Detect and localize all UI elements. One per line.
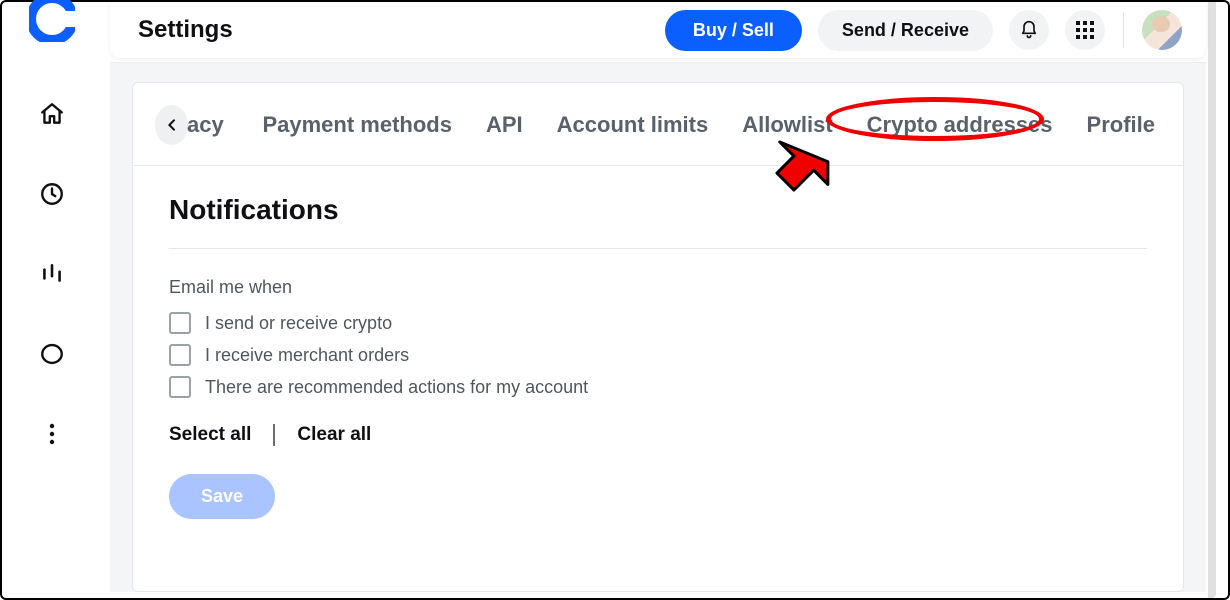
option-label: I receive merchant orders <box>205 345 409 366</box>
clear-all-link[interactable]: Clear all <box>297 424 371 446</box>
checkbox-send-receive-crypto[interactable] <box>169 312 191 334</box>
top-bar: Settings Buy / Sell Send / Receive <box>110 2 1206 58</box>
clock-icon[interactable] <box>36 178 68 210</box>
actions-divider <box>273 424 275 446</box>
tab-profile[interactable]: Profile <box>1087 112 1155 138</box>
avatar[interactable] <box>1142 10 1182 50</box>
tab-payment-methods[interactable]: Payment methods <box>262 112 452 138</box>
save-button[interactable]: Save <box>169 474 275 519</box>
buy-sell-button[interactable]: Buy / Sell <box>665 10 802 51</box>
more-menu-icon[interactable] <box>36 418 68 450</box>
checkbox-merchant-orders[interactable] <box>169 344 191 366</box>
option-send-receive-crypto: I send or receive crypto <box>169 312 1147 334</box>
notifications-section: Notifications Email me when I send or re… <box>133 166 1183 549</box>
select-all-link[interactable]: Select all <box>169 424 251 446</box>
tab-api[interactable]: API <box>486 112 523 138</box>
tab-allowlist[interactable]: Allowlist <box>742 112 832 138</box>
settings-tabs: acy Payment methods API Account limits A… <box>133 83 1183 166</box>
option-recommended-actions: There are recommended actions for my acc… <box>169 376 1147 398</box>
home-icon[interactable] <box>36 98 68 130</box>
option-label: I send or receive crypto <box>205 313 392 334</box>
container-shadow <box>1208 2 1216 598</box>
send-receive-button[interactable]: Send / Receive <box>818 10 993 51</box>
circle-outline-icon[interactable] <box>36 338 68 370</box>
tab-privacy-partial[interactable]: acy <box>187 112 224 138</box>
app-grid-icon[interactable] <box>1065 10 1105 50</box>
topbar-divider <box>1123 12 1124 48</box>
page-title: Settings <box>138 16 233 44</box>
content-area: acy Payment methods API Account limits A… <box>110 62 1206 592</box>
tab-crypto-addresses[interactable]: Crypto addresses <box>867 112 1053 138</box>
tabs-scroll-left-button[interactable]: acy <box>155 105 188 145</box>
checkbox-recommended-actions[interactable] <box>169 376 191 398</box>
settings-card: acy Payment methods API Account limits A… <box>132 82 1184 592</box>
trade-bars-icon[interactable] <box>36 258 68 290</box>
left-rail <box>2 2 102 598</box>
option-label: There are recommended actions for my acc… <box>205 377 588 398</box>
option-merchant-orders: I receive merchant orders <box>169 344 1147 366</box>
tab-account-limits[interactable]: Account limits <box>557 112 709 138</box>
section-heading: Notifications <box>169 194 1147 249</box>
bulk-actions: Select all Clear all <box>169 424 1147 446</box>
section-subheading: Email me when <box>169 277 1147 298</box>
notifications-bell-icon[interactable] <box>1009 10 1049 50</box>
brand-logo-icon[interactable] <box>29 0 75 42</box>
chevron-left-icon <box>164 117 180 133</box>
